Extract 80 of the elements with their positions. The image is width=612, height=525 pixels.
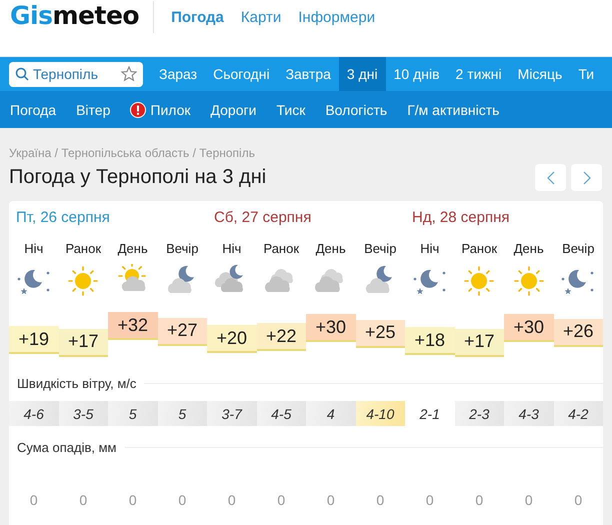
breadcrumb[interactable]: Україна / Тернопільська область / Тернопіль — [9, 146, 255, 160]
period-label: Вечір — [363, 241, 398, 256]
period-label: Ніч — [221, 241, 242, 256]
search-bar[interactable]: Тернопіль — [9, 62, 143, 86]
wind-cell: 4-3 — [504, 401, 554, 426]
precipitation-value: 0 — [128, 492, 138, 508]
precipitation-value: 0 — [573, 492, 584, 508]
precipitation-value: 0 — [28, 492, 39, 508]
logo[interactable]: Gismeteo — [10, 1, 154, 33]
wind-cell: 3-5 — [58, 401, 108, 426]
wind-cell: 4-10 — [356, 401, 405, 426]
nav-tab[interactable]: Сьогодні — [205, 57, 278, 91]
precipitation-value: 0 — [78, 492, 88, 508]
subnav-link[interactable]: Тиск — [276, 102, 306, 118]
wind-cell: 5 — [108, 401, 158, 426]
period-label: Вечір — [561, 241, 596, 256]
header-link[interactable]: Інформери — [298, 8, 376, 26]
nav-tab[interactable]: Ти — [570, 57, 602, 91]
temperature-bar: +25 — [356, 320, 405, 348]
precipitation-value: 0 — [326, 492, 336, 508]
day-date: Сб, 27 серпня — [213, 209, 312, 226]
nav-tab[interactable]: Зараз — [151, 57, 206, 91]
temperature-bar: +20 — [207, 325, 256, 354]
precipitation-value: 0 — [177, 492, 188, 508]
temperature-bar: +30 — [306, 314, 356, 342]
precipitation-title: Сума опадів, мм — [17, 440, 116, 455]
wind-cell: 4-5 — [256, 401, 306, 426]
header-link[interactable]: Погода — [171, 8, 224, 26]
period-label: Ранок — [64, 241, 102, 256]
period-label: День — [314, 241, 347, 256]
precipitation-value: 0 — [375, 492, 386, 508]
wind-cell: 4-2 — [554, 401, 603, 426]
star-icon[interactable] — [121, 66, 137, 82]
precipitation-value: 0 — [276, 492, 286, 508]
period-label: Ранок — [262, 241, 300, 256]
day-date: Пт, 26 серпня — [15, 209, 110, 226]
period-label: Ніч — [23, 241, 44, 256]
subnav-link[interactable]: Вологість — [325, 102, 388, 118]
precipitation-value: 0 — [226, 492, 237, 508]
period-label: Ранок — [460, 241, 498, 256]
nav-tab[interactable]: Місяць — [510, 57, 570, 91]
nav-tab[interactable]: 3 дні — [338, 57, 386, 91]
wind-title: Швидкість вітру, м/с — [17, 376, 136, 391]
wind-cell: 5 — [158, 401, 207, 426]
nav-tab[interactable]: 10 днів — [386, 57, 448, 91]
chevron-right-icon — [582, 170, 590, 184]
search-icon — [15, 67, 29, 81]
precipitation-value: 0 — [424, 492, 435, 508]
temperature-bar: +30 — [504, 314, 554, 342]
period-label: День — [116, 241, 149, 256]
subnav-link[interactable]: Вітер — [76, 102, 110, 118]
day-date: Нд, 28 серпня — [411, 209, 510, 226]
temperature-bar: +32 — [108, 312, 158, 340]
temperature-bar: +17 — [58, 328, 108, 356]
temperature-bar: +19 — [9, 326, 58, 354]
wind-cell: 4-6 — [9, 401, 58, 426]
page-title: Погода у Тернополі на 3 дні — [9, 166, 266, 189]
temperature-bar: +22 — [256, 323, 306, 351]
subnav-link[interactable]: Дороги — [210, 102, 256, 118]
precipitation-value: 0 — [474, 492, 484, 508]
period-label: Ніч — [419, 241, 440, 256]
header-link[interactable]: Карти — [240, 8, 282, 26]
precipitation-value: 0 — [524, 492, 534, 508]
subnav-link[interactable]: Пилок — [130, 102, 190, 118]
period-label: Вечір — [165, 241, 200, 256]
wind-cell: 3-7 — [207, 401, 256, 426]
temperature-bar: +17 — [454, 328, 504, 356]
temperature-bar: +18 — [405, 327, 454, 356]
chevron-left-icon — [546, 170, 554, 184]
subnav-link[interactable]: Погода — [10, 102, 56, 118]
wind-cell: 4 — [306, 401, 356, 426]
next-button[interactable] — [571, 164, 602, 191]
period-label: День — [512, 241, 545, 256]
nav-tab[interactable]: 2 тижні — [448, 57, 510, 91]
subnav-link[interactable]: Г/м активність — [407, 102, 500, 118]
previous-button[interactable] — [535, 164, 566, 191]
temperature-bar: +26 — [554, 318, 603, 347]
temperature-bar: +27 — [158, 318, 207, 346]
nav-tab[interactable]: Завтра — [278, 57, 339, 91]
wind-cell: 2-3 — [454, 401, 504, 426]
